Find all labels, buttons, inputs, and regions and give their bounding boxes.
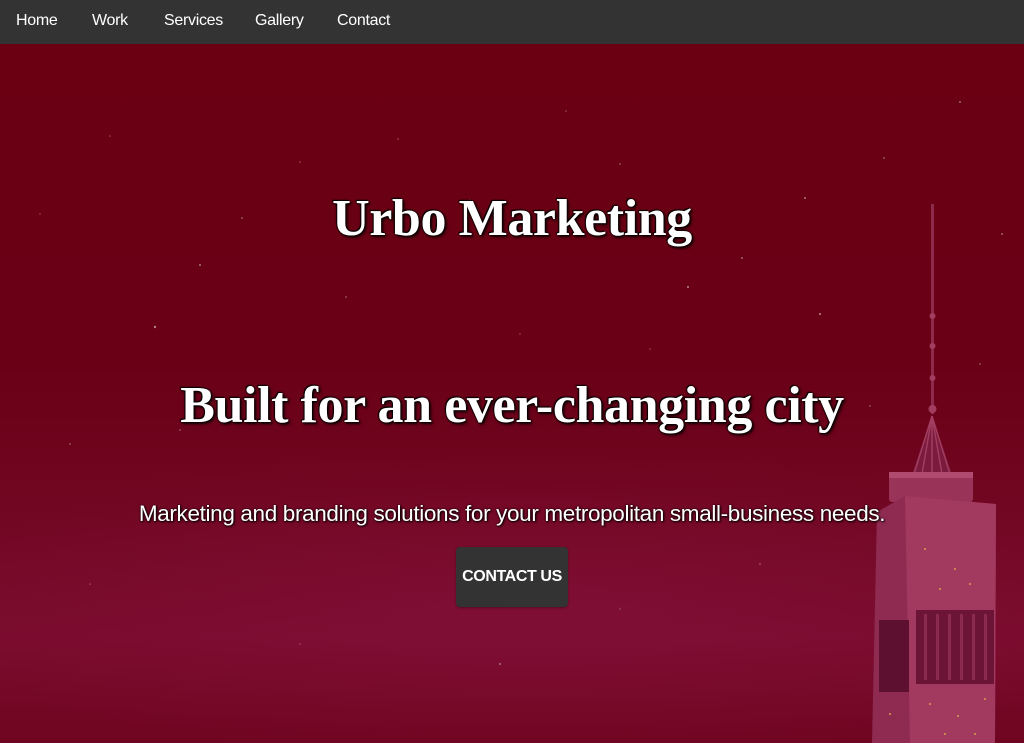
top-navbar: Home Work Services Gallery Contact [0,0,1024,44]
hero-headline: Built for an ever-changing city [180,377,844,434]
nav-link-gallery[interactable]: Gallery [255,11,304,31]
nav-link-contact[interactable]: Contact [337,11,390,31]
nav-link-home[interactable]: Home [16,11,58,31]
page: Home Work Services Gallery Contact Urbo … [0,0,1024,743]
nav-link-work[interactable]: Work [92,11,128,31]
hero-tagline: Marketing and branding solutions for you… [138,501,886,526]
hero-section: Urbo Marketing Built for an ever-changin… [0,44,1024,743]
contact-us-button[interactable]: CONTACT US [456,547,568,607]
page-title: Urbo Marketing [332,190,692,247]
nav-link-services[interactable]: Services [164,11,223,31]
